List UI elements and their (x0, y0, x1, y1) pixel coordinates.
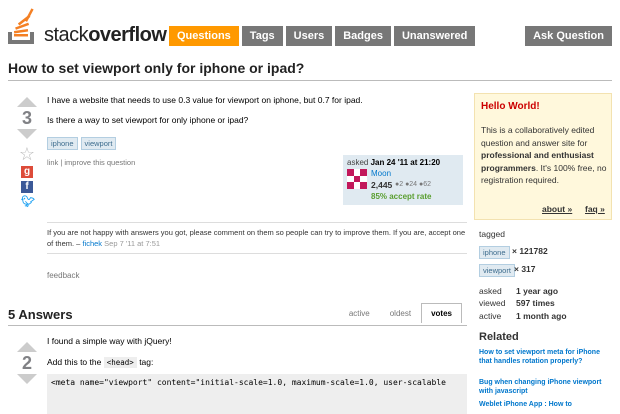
stat-label: asked (479, 286, 502, 296)
comment: If you are not happy with answers you go… (47, 227, 467, 249)
vote-down-icon[interactable] (17, 129, 37, 139)
related-link[interactable]: Weblet iPhone App : How to (479, 400, 609, 409)
answers-divider (8, 325, 467, 326)
owner-badges: ●2 ●24 ●62 (395, 181, 432, 188)
stat-label: active (479, 311, 502, 321)
tag-iphone[interactable]: iphone (47, 137, 78, 150)
accept-rate: 85% accept rate (371, 192, 432, 201)
answer-vote-cell: 2 (16, 342, 38, 384)
owner-username[interactable]: Moon (371, 169, 391, 178)
title-divider (8, 80, 612, 81)
ask-question-button[interactable]: Ask Question (525, 26, 612, 46)
nav-questions[interactable]: Questions (169, 26, 239, 46)
answer-body-line: Add this to the <head> tag: (47, 357, 154, 368)
question-vote-cell: 3 ☆ g f 🐦︎ (16, 97, 38, 208)
tag-count: × 317 (514, 264, 536, 274)
twitter-icon[interactable]: 🐦︎ (21, 196, 35, 208)
nav-users[interactable]: Users (285, 26, 333, 46)
welcome-text: This is a collaboratively edited questio… (481, 125, 607, 185)
code-block: <meta name="viewport" content="initial-s… (47, 374, 467, 414)
question-tags: iphone viewport (47, 137, 119, 150)
nav-tags[interactable]: Tags (241, 26, 283, 46)
google-plus-icon[interactable]: g (21, 166, 33, 178)
feedback-link[interactable]: feedback (47, 271, 79, 280)
avatar[interactable] (347, 169, 367, 189)
facebook-icon[interactable]: f (21, 181, 33, 193)
stat-value: 1 month ago (516, 311, 567, 321)
question-vote-count: 3 (21, 108, 32, 128)
vote-down-icon[interactable] (17, 374, 37, 384)
related-link[interactable]: Bug when changing iPhone viewport with j… (479, 378, 609, 396)
question-links[interactable]: link | improve this question (47, 158, 135, 167)
stack-logo-icon (8, 8, 34, 44)
tab-oldest[interactable]: oldest (380, 303, 421, 323)
tag-iphone[interactable]: iphone (479, 246, 510, 259)
welcome-box: Hello World! This is a collaboratively e… (474, 93, 612, 220)
tab-active[interactable]: active (339, 303, 380, 323)
favorite-star-icon[interactable]: ☆ (16, 145, 38, 163)
stat-value: 1 year ago (516, 286, 559, 296)
vote-up-icon[interactable] (17, 97, 37, 107)
owner-reputation: 2,445 (371, 180, 393, 190)
question-title[interactable]: How to set viewport only for iphone or i… (8, 60, 304, 76)
related-heading: Related (479, 331, 519, 343)
vote-up-icon[interactable] (17, 342, 37, 352)
comment-divider (47, 253, 467, 254)
comment-user[interactable]: fichek (82, 239, 102, 248)
identicon-icon (347, 169, 367, 189)
question-owner-card: asked Jan 24 '11 at 21:20 Moon 2,445 ●2 … (343, 155, 463, 205)
comment-date: Sep 7 '11 at 7:51 (104, 239, 161, 248)
question-body-line: I have a website that needs to use 0.3 v… (47, 95, 363, 105)
answer-sort-tabs: active oldest votes (339, 303, 462, 323)
nav-unanswered[interactable]: Unanswered (393, 26, 476, 46)
main-nav: Questions Tags Users Badges Unanswered (169, 26, 478, 46)
site-logo[interactable]: stackoverflow (8, 8, 167, 46)
answers-heading: 5 Answers (8, 307, 73, 322)
logo-text: stackoverflow (44, 24, 167, 46)
asked-info: asked Jan 24 '11 at 21:20 (347, 158, 441, 167)
tagged-label: tagged (479, 229, 505, 239)
question-body-line: Is there a way to set viewport for only … (47, 115, 249, 125)
tab-votes[interactable]: votes (421, 303, 462, 323)
about-link[interactable]: about » (542, 204, 572, 214)
answer-vote-count: 2 (21, 353, 32, 373)
stat-label: viewed (479, 298, 506, 308)
tag-viewport[interactable]: viewport (80, 137, 117, 150)
comment-divider (47, 222, 467, 223)
welcome-title: Hello World! (481, 101, 540, 112)
tag-viewport[interactable]: viewport (479, 264, 515, 277)
stat-value: 597 times (516, 298, 555, 308)
related-link[interactable]: How to set viewport meta for iPhone that… (479, 348, 609, 366)
nav-badges[interactable]: Badges (335, 26, 391, 46)
inline-code: <head> (103, 357, 137, 368)
tag-count: × 121782 (512, 246, 548, 256)
faq-link[interactable]: faq » (585, 204, 605, 214)
answer-body-line: I found a simple way with jQuery! (47, 336, 172, 346)
